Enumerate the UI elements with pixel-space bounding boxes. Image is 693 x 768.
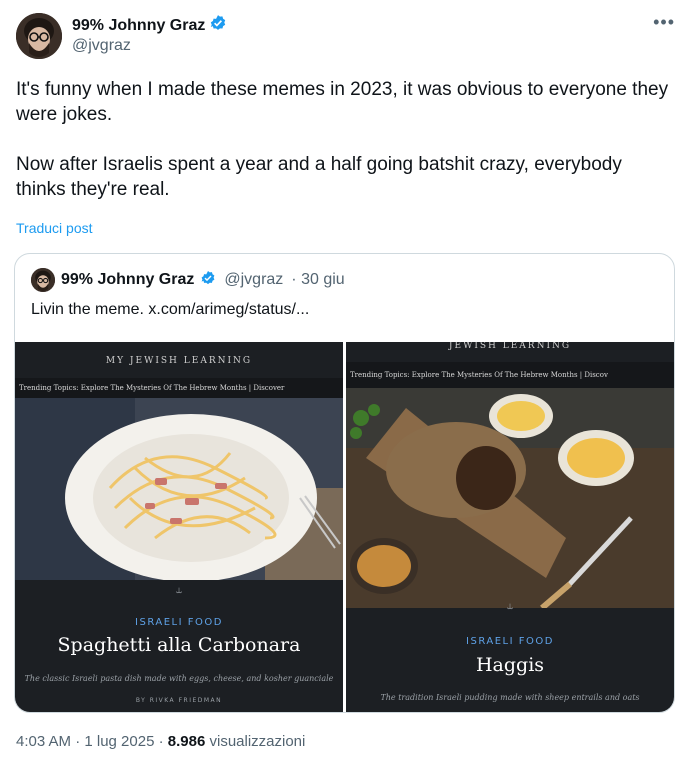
card-byline-text: BY RIVKA FRIEDMAN — [135, 697, 223, 704]
card-title: Haggis — [346, 654, 674, 676]
trending-topics-bar: Trending Topics: Explore The Mysteries O… — [346, 362, 674, 388]
haggis-photo — [346, 388, 674, 608]
pin-icon: ⥿ — [506, 600, 514, 612]
translate-post-link[interactable]: Traduci post — [16, 220, 93, 236]
card-title-text: Haggis — [475, 654, 545, 676]
trending-topics-bar: Trending Topics: Explore The Mysteries O… — [15, 378, 343, 398]
quoted-media-grid[interactable]: MY JEWISH LEARNING Trending Topics: Expl… — [15, 342, 674, 712]
tweet-paragraph-1: It's funny when I made these memes in 20… — [16, 79, 669, 125]
site-logo-text: MY JEWISH LEARNING — [15, 342, 343, 378]
card-category-text: ISRAELI FOOD — [466, 636, 554, 647]
card-category: ISRAELI FOOD — [15, 612, 343, 630]
views-label: visualizzazioni — [205, 733, 306, 750]
tweet-footer: 4:03 AM · 1 lug 2025 · 8.986 visualizzaz… — [16, 733, 305, 750]
card-subtitle-text: The tradition Israeli pudding made with … — [380, 693, 640, 702]
card-subtitle-text: The classic Israeli pasta dish made with… — [24, 674, 334, 683]
quoted-tweet-header: 99% Johnny Graz @jvgraz · 30 giu — [31, 268, 345, 292]
media-image-carbonara[interactable]: MY JEWISH LEARNING Trending Topics: Expl… — [15, 342, 343, 712]
media-image-haggis[interactable]: JEWISH LEARNING Trending Topics: Explore… — [346, 342, 674, 712]
card-subtitle: The tradition Israeli pudding made with … — [346, 687, 674, 705]
card-category: ISRAELI FOOD — [346, 631, 674, 649]
card-title-text: Spaghetti alla Carbonara — [57, 634, 301, 656]
author-name[interactable]: 99% Johnny Graz — [72, 17, 205, 35]
tweet-paragraph-2: Now after Israelis spent a year and a ha… — [16, 154, 622, 200]
quoted-tweet-text: Livin the meme. x.com/arimeg/status/... — [31, 301, 310, 318]
author-handle[interactable]: @jvgraz — [72, 37, 131, 55]
more-dots-icon[interactable]: ••• — [653, 12, 675, 33]
site-logo-text: JEWISH LEARNING — [346, 342, 674, 362]
quoted-author-name: 99% Johnny Graz — [61, 271, 195, 288]
quoted-tweet[interactable]: 99% Johnny Graz @jvgraz · 30 giu Livin t… — [14, 253, 675, 713]
tweet-text: It's funny when I made these memes in 20… — [16, 77, 676, 202]
quoted-author-handle: @jvgraz — [224, 271, 284, 288]
card-title: Spaghetti alla Carbonara — [15, 634, 343, 656]
card-category-text: ISRAELI FOOD — [135, 617, 223, 628]
quoted-author-avatar — [31, 268, 55, 292]
quoted-verified-badge-icon — [200, 270, 216, 291]
quoted-date: · 30 giu — [291, 271, 345, 288]
author-avatar[interactable] — [16, 13, 62, 59]
author-name-row: 99% Johnny Graz — [72, 14, 227, 37]
carbonara-photo — [15, 398, 343, 580]
views-count: 8.986 — [167, 733, 206, 750]
card-subtitle: The classic Israeli pasta dish made with… — [15, 668, 343, 686]
pin-icon: ⥿ — [175, 584, 183, 596]
card-byline: BY RIVKA FRIEDMAN — [15, 689, 343, 707]
verified-badge-icon — [209, 14, 227, 37]
tweet-timestamp[interactable]: 4:03 AM · 1 lug 2025 · — [16, 733, 168, 750]
